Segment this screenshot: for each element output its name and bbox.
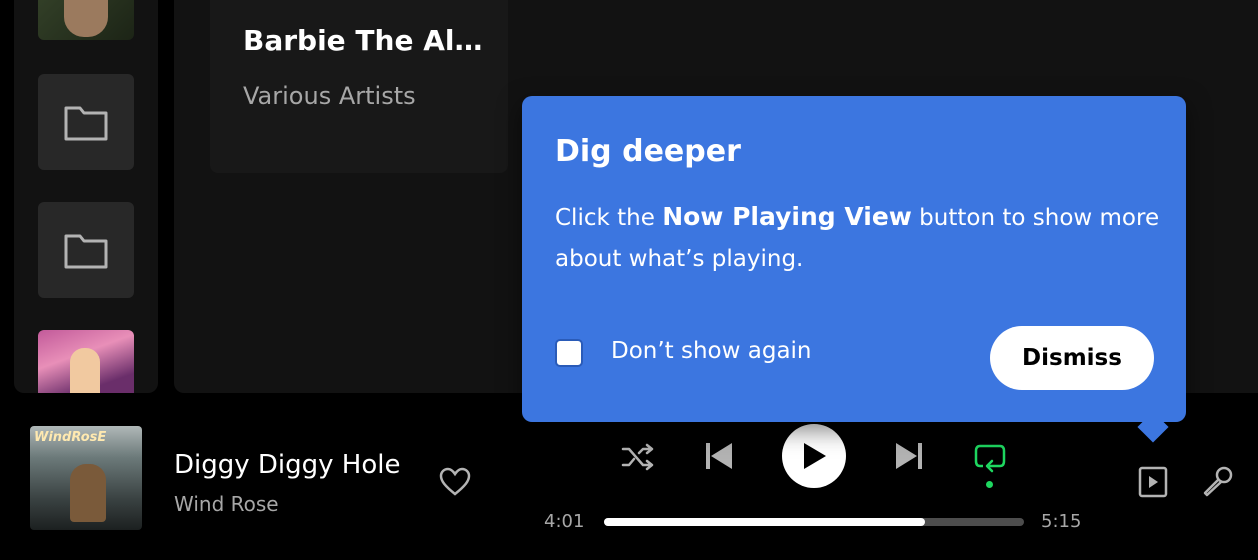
heart-icon — [439, 467, 471, 496]
track-title[interactable]: Diggy Diggy Hole — [174, 450, 400, 480]
album-card-subtitle: Various Artists — [243, 82, 416, 110]
dont-show-again-checkbox[interactable] — [555, 339, 583, 367]
total-time: 5:15 — [1041, 511, 1082, 532]
lyrics-icon — [1203, 466, 1233, 497]
current-time: 4:01 — [544, 511, 585, 532]
dismiss-button[interactable]: Dismiss — [990, 326, 1154, 390]
album-art-band-logo: WindRosE — [34, 430, 107, 445]
previous-icon — [706, 443, 732, 469]
popover-title: Dig deeper — [555, 134, 741, 169]
repeat-icon — [974, 444, 1006, 473]
album-card-title: Barbie The Al... — [243, 24, 483, 57]
popover-body-prefix: Click the — [555, 205, 663, 231]
album-art-image — [64, 0, 108, 37]
popover-body: Click the Now Playing View button to sho… — [555, 196, 1165, 280]
next-button[interactable] — [892, 439, 926, 473]
folder-icon — [64, 234, 108, 269]
repeat-button[interactable] — [970, 439, 1010, 479]
album-art-figure — [70, 464, 106, 522]
library-item-album-art[interactable] — [38, 0, 134, 40]
like-button[interactable] — [438, 465, 472, 499]
shuffle-icon — [621, 443, 654, 471]
library-item-folder[interactable] — [38, 74, 134, 170]
album-art-image — [70, 348, 100, 393]
repeat-active-indicator — [986, 481, 993, 488]
dont-show-again-label[interactable]: Don’t show again — [611, 338, 812, 364]
popover-body-bold: Now Playing View — [662, 202, 912, 231]
library-item-album-art[interactable] — [38, 330, 134, 393]
track-artist[interactable]: Wind Rose — [174, 492, 279, 516]
album-card[interactable]: Barbie The Al... Various Artists — [210, 0, 508, 173]
tooltip-popover: Dig deeper Click the Now Playing View bu… — [522, 96, 1186, 443]
shuffle-button[interactable] — [620, 439, 656, 475]
play-icon — [804, 443, 826, 469]
folder-icon — [64, 106, 108, 141]
library-sidebar — [14, 0, 158, 393]
now-playing-view-button[interactable] — [1136, 465, 1170, 499]
previous-button[interactable] — [702, 439, 736, 473]
lyrics-button[interactable] — [1198, 463, 1236, 501]
progress-fill — [604, 518, 926, 526]
now-playing-album-art[interactable]: WindRosE — [30, 426, 142, 530]
progress-bar[interactable] — [604, 518, 1024, 526]
now-playing-view-icon — [1138, 466, 1168, 498]
next-icon — [896, 443, 922, 469]
play-button[interactable] — [782, 424, 846, 488]
library-item-folder[interactable] — [38, 202, 134, 298]
